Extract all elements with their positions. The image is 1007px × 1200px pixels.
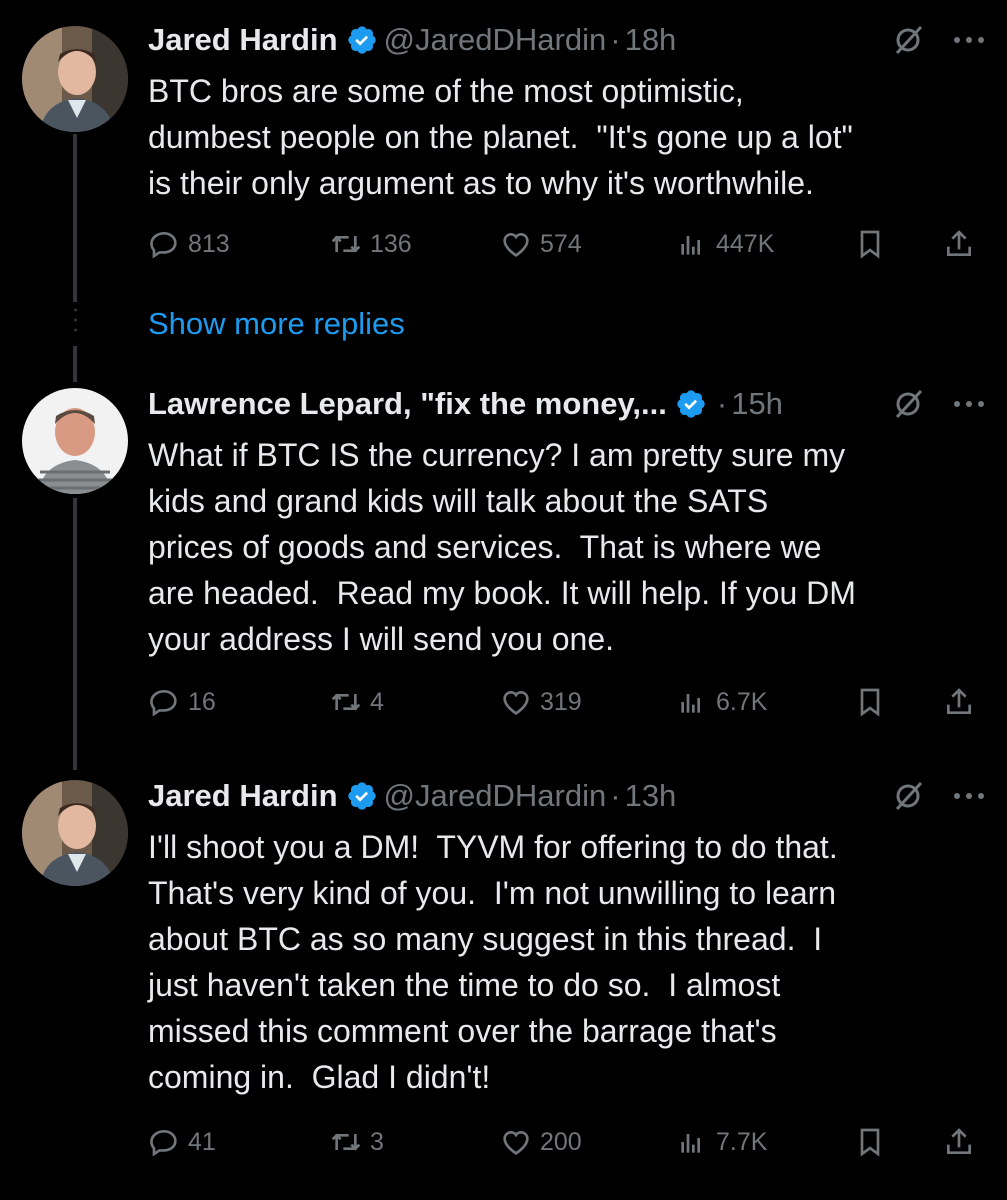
reply-button[interactable]: 41 — [148, 1122, 216, 1162]
share-button[interactable] — [943, 682, 983, 722]
retweet-count: 3 — [370, 1127, 384, 1156]
handle[interactable]: @JaredDHardin — [384, 778, 607, 814]
retweet-button[interactable]: 3 — [330, 1122, 384, 1162]
avatar[interactable] — [22, 26, 128, 132]
like-icon — [503, 1131, 529, 1155]
retweet-count: 136 — [370, 229, 412, 258]
like-icon — [503, 233, 529, 257]
share-icon — [947, 1128, 971, 1154]
tweet-header: Lawrence Lepard, "fix the money,... · 15… — [148, 382, 987, 426]
tweet-text: BTC bros are some of the most optimistic… — [148, 73, 853, 201]
separator-dot: · — [610, 22, 621, 57]
display-name[interactable]: Jared Hardin — [148, 778, 338, 814]
grok-icon[interactable] — [891, 387, 925, 421]
like-count: 574 — [540, 229, 582, 258]
separator-dot: · — [716, 386, 728, 421]
tweet-header: Jared Hardin @JaredDHardin · 18h — [148, 18, 987, 62]
bookmark-icon — [860, 688, 880, 717]
separator-dot: · — [610, 778, 621, 813]
verified-badge-icon — [347, 782, 376, 810]
retweet-count: 4 — [370, 687, 384, 716]
tweet-text: I'll shoot you a DM! TYVM for offering t… — [148, 829, 838, 1095]
more-icon[interactable] — [951, 34, 987, 46]
bookmark-button[interactable] — [854, 1122, 894, 1162]
bookmark-icon — [860, 230, 880, 259]
retweet-button[interactable]: 4 — [330, 682, 384, 722]
tweet-actions: 813 136 574 447K — [148, 224, 983, 264]
views-button[interactable]: 7.7K — [676, 1122, 767, 1162]
avatar[interactable] — [22, 388, 128, 494]
tweet-actions: 41 3 200 7.7K — [148, 1122, 983, 1162]
thread-line — [73, 346, 77, 382]
bookmark-button[interactable] — [854, 224, 894, 264]
views-icon — [681, 694, 700, 713]
retweet-icon — [331, 1133, 361, 1151]
share-button[interactable] — [943, 224, 983, 264]
grok-icon[interactable] — [891, 23, 925, 57]
views-button[interactable]: 6.7K — [676, 682, 767, 722]
bookmark-button[interactable] — [854, 682, 894, 722]
like-button[interactable]: 319 — [500, 682, 582, 722]
like-icon — [503, 691, 529, 715]
timestamp[interactable]: 15h — [731, 386, 783, 422]
like-button[interactable]: 574 — [500, 224, 582, 264]
verified-badge-icon — [677, 390, 705, 418]
view-count: 447K — [716, 229, 775, 258]
tweet-actions: 16 4 319 6.7K — [148, 682, 983, 722]
timestamp[interactable]: 13h — [625, 778, 677, 814]
reply-button[interactable]: 16 — [148, 682, 216, 722]
display-name[interactable]: Lawrence Lepard, "fix the money,... — [148, 386, 667, 422]
like-count: 200 — [540, 1127, 582, 1156]
reply-button[interactable]: 813 — [148, 224, 230, 264]
retweet-icon — [331, 693, 361, 711]
reply-count: 813 — [188, 229, 230, 258]
reply-icon — [150, 689, 177, 717]
thread-dots — [74, 308, 77, 332]
tweet[interactable]: Jared Hardin @JaredDHardin · 13h I'll sh… — [0, 770, 1007, 1200]
retweet-button[interactable]: 136 — [330, 224, 412, 264]
avatar[interactable] — [22, 780, 128, 886]
view-count: 6.7K — [716, 687, 768, 716]
reply-count: 16 — [188, 687, 216, 716]
like-count: 319 — [540, 687, 582, 716]
views-button[interactable]: 447K — [676, 224, 774, 264]
like-button[interactable]: 200 — [500, 1122, 582, 1162]
reply-icon — [150, 231, 177, 259]
views-icon — [681, 1134, 700, 1153]
share-button[interactable] — [943, 1122, 983, 1162]
more-icon[interactable] — [951, 398, 987, 410]
bookmark-icon — [860, 1128, 880, 1157]
tweet-text: What if BTC IS the currency? I am pretty… — [148, 437, 856, 657]
reply-icon — [150, 1129, 177, 1157]
views-icon — [681, 236, 700, 255]
share-icon — [947, 230, 971, 256]
more-icon[interactable] — [951, 790, 987, 802]
reply-count: 41 — [188, 1127, 216, 1156]
retweet-icon — [331, 235, 361, 253]
view-count: 7.7K — [716, 1127, 768, 1156]
share-icon — [947, 688, 971, 714]
display-name[interactable]: Jared Hardin — [148, 22, 338, 58]
tweet[interactable]: Jared Hardin @JaredDHardin · 18h BTC bro… — [0, 0, 1007, 300]
show-more-replies-link[interactable]: Show more replies — [148, 306, 405, 342]
timestamp[interactable]: 18h — [625, 22, 677, 58]
handle[interactable]: @JaredDHardin — [384, 22, 607, 58]
verified-badge-icon — [347, 26, 376, 54]
tweet[interactable]: Lawrence Lepard, "fix the money,... · 15… — [0, 380, 1007, 760]
grok-icon[interactable] — [891, 779, 925, 813]
tweet-header: Jared Hardin @JaredDHardin · 13h — [148, 774, 987, 818]
